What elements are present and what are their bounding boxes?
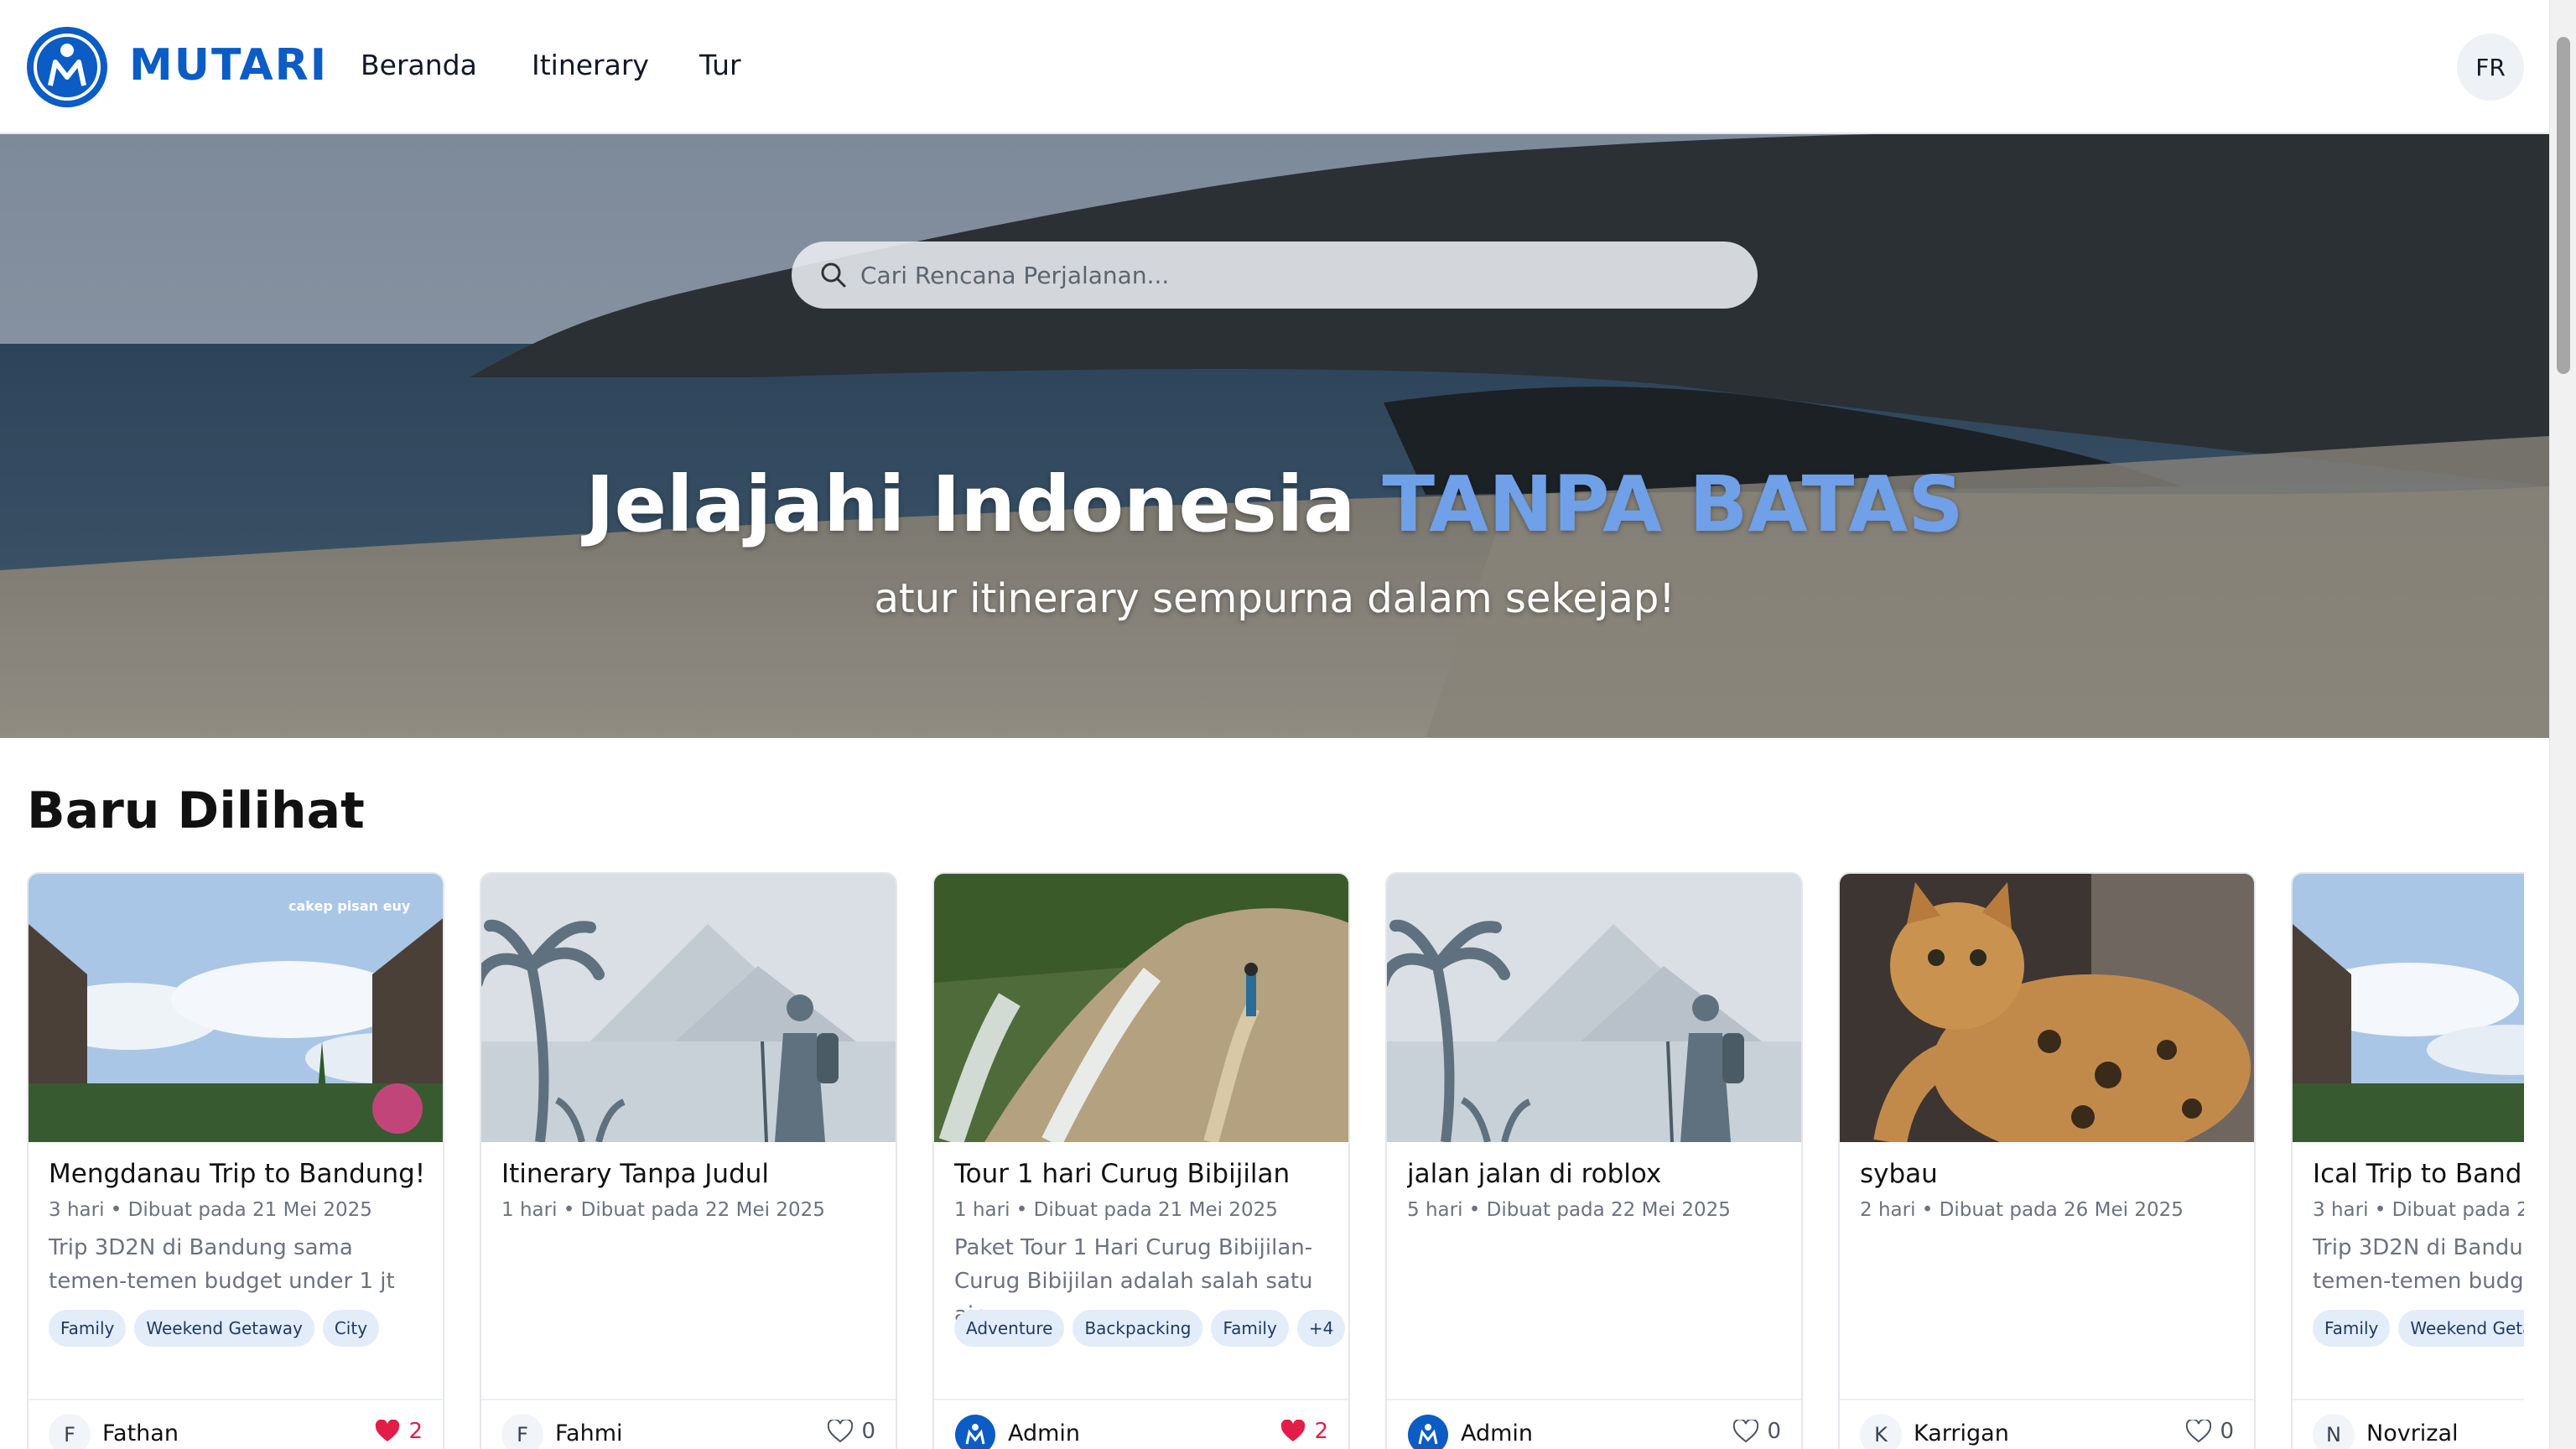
card-title[interactable]: jalan jalan di roblox <box>1407 1159 1801 1189</box>
placeholder-illustration-icon <box>481 874 896 1142</box>
itinerary-card[interactable]: cakep pisan euy Mengdanau Trip to Bandun… <box>27 872 444 1449</box>
author-avatar: F <box>501 1414 543 1449</box>
heart-outline-icon <box>828 1420 854 1443</box>
beach-hero-image <box>0 134 2549 738</box>
tag: Family <box>1211 1310 1289 1347</box>
heart-outline-icon <box>1733 1420 1759 1443</box>
card-image-sky <box>2293 874 2524 1142</box>
tag: Weekend Getaway <box>134 1310 314 1347</box>
card-title[interactable]: Tour 1 hari Curug Bibijilan <box>954 1159 1348 1189</box>
nav-itinerary[interactable]: Itinerary <box>532 49 649 81</box>
itinerary-card[interactable]: Tour 1 hari Curug Bibijilan 1 hari • Dib… <box>932 872 1350 1449</box>
heart-filled-icon <box>376 1420 400 1441</box>
hero-title: Jelajahi Indonesia TANPA BATAS <box>0 460 2549 549</box>
tag: Family <box>2313 1310 2391 1347</box>
tag-list: Adventure Backpacking Family +4 <box>954 1310 1346 1347</box>
tag-more[interactable]: +4 <box>1296 1310 1346 1347</box>
card-title[interactable]: Itinerary Tanpa Judul <box>501 1159 896 1189</box>
card-image-caption: cakep pisan euy <box>288 898 411 914</box>
tag: Family <box>49 1310 127 1347</box>
like-button[interactable]: 0 <box>2186 1419 2234 1444</box>
tag: Adventure <box>954 1310 1065 1347</box>
hero-banner: Jelajahi Indonesia TANPA BATAS atur itin… <box>0 134 2549 738</box>
brand-name[interactable]: MUTARI <box>129 40 328 91</box>
admin-logo-icon <box>955 1415 995 1449</box>
card-title[interactable]: Ical Trip to Bandung <box>2313 1159 2524 1189</box>
card-divider <box>29 1399 443 1400</box>
author-name: Fahmi <box>555 1420 623 1446</box>
like-button[interactable]: 0 <box>1733 1419 1781 1444</box>
card-description: Trip 3D2N di Bandung sama temen-temen bu… <box>2313 1235 2524 1294</box>
card-title[interactable]: sybau <box>1860 1159 2254 1189</box>
card-divider <box>481 1399 896 1400</box>
nav-tur[interactable]: Tur <box>699 49 741 81</box>
like-button[interactable]: 2 <box>375 1419 423 1444</box>
tag: Backpacking <box>1072 1310 1203 1347</box>
like-button[interactable]: 2 <box>1280 1419 1328 1444</box>
like-count: 0 <box>861 1419 875 1444</box>
itinerary-card[interactable]: jalan jalan di roblox 5 hari • Dibuat pa… <box>1385 872 1803 1449</box>
heart-outline-icon <box>2186 1420 2212 1443</box>
search-bar[interactable] <box>792 242 1758 309</box>
author-name: Karrigan <box>1914 1420 2009 1446</box>
card-meta: 5 hari • Dibuat pada 22 Mei 2025 <box>1407 1199 1731 1221</box>
card-meta: 3 hari • Dibuat pada 22 Mei 2025 <box>2313 1199 2524 1221</box>
section-title: Baru Dilihat <box>27 782 365 840</box>
heart-filled-icon <box>1281 1420 1306 1441</box>
itinerary-card[interactable]: sybau 2 hari • Dibuat pada 26 Mei 2025 K… <box>1838 872 2256 1449</box>
mutari-logo-icon[interactable] <box>25 25 109 109</box>
tag: City <box>322 1310 380 1347</box>
card-image-cat <box>1840 874 2254 1142</box>
card-meta: 1 hari • Dibuat pada 22 Mei 2025 <box>501 1199 825 1221</box>
search-input[interactable] <box>860 253 1732 297</box>
card-meta: 1 hari • Dibuat pada 21 Mei 2025 <box>954 1199 1278 1221</box>
scrollbar-thumb[interactable] <box>2557 37 2570 374</box>
author-avatar: F <box>49 1414 91 1449</box>
admin-logo-icon <box>1408 1415 1448 1449</box>
hero-title-main: Jelajahi Indonesia <box>585 460 1383 549</box>
search-icon <box>821 262 846 288</box>
card-title[interactable]: Mengdanau Trip to Bandung! <box>49 1159 443 1189</box>
card-meta: 2 hari • Dibuat pada 26 Mei 2025 <box>1860 1199 2184 1221</box>
hero-subtitle: atur itinerary sempurna dalam sekejap! <box>874 575 1675 622</box>
tag-list: Family Weekend Getaway City <box>49 1310 380 1347</box>
nav-beranda[interactable]: Beranda <box>361 49 477 81</box>
recent-cards-carousel: cakep pisan euy Mengdanau Trip to Bandun… <box>27 872 2524 1449</box>
card-meta: 3 hari • Dibuat pada 21 Mei 2025 <box>49 1199 372 1221</box>
card-description: Trip 3D2N di Bandung sama temen-temen bu… <box>49 1235 395 1294</box>
page-scrollbar[interactable] <box>2549 0 2576 1449</box>
author-avatar: K <box>1860 1414 1902 1449</box>
user-avatar[interactable]: FR <box>2457 34 2524 101</box>
author-name: Admin <box>1008 1420 1081 1446</box>
tag: Weekend Getaway <box>2398 1310 2524 1347</box>
itinerary-card[interactable]: Itinerary Tanpa Judul 1 hari • Dibuat pa… <box>480 872 897 1449</box>
author-name: Admin <box>1461 1420 1534 1446</box>
hero-title-accent: TANPA BATAS <box>1382 460 1964 549</box>
author-name: Fathan <box>102 1420 179 1446</box>
card-divider <box>2293 1399 2524 1400</box>
placeholder-illustration-icon <box>1387 874 1801 1142</box>
like-count: 2 <box>1314 1419 1328 1444</box>
card-divider <box>1387 1399 1801 1400</box>
like-button[interactable]: 0 <box>828 1419 875 1444</box>
itinerary-card[interactable]: Ical Trip to Bandung 3 hari • Dibuat pad… <box>2291 872 2524 1449</box>
author-name: Novrizal <box>2366 1420 2459 1446</box>
like-count: 0 <box>1767 1419 1781 1444</box>
card-image-waterfall <box>934 874 1348 1142</box>
author-avatar: N <box>2313 1414 2355 1449</box>
card-image-sky: cakep pisan euy <box>29 874 443 1142</box>
like-count: 0 <box>2220 1419 2234 1444</box>
top-navbar: MUTARI Beranda Itinerary Tur FR <box>0 0 2549 134</box>
card-divider <box>934 1399 1348 1400</box>
card-divider <box>1840 1399 2254 1400</box>
tag-list: Family Weekend Getaway <box>2313 1310 2524 1347</box>
like-count: 2 <box>408 1419 423 1444</box>
